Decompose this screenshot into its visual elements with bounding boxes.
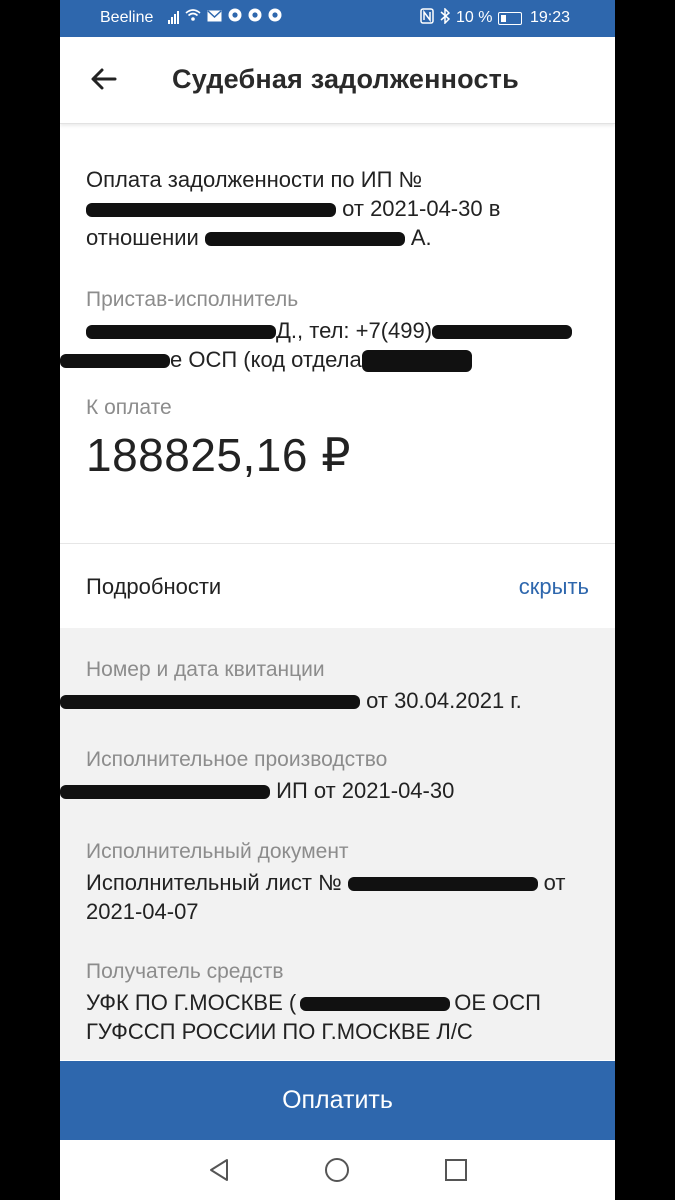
receipt-label: Номер и дата квитанции: [86, 658, 325, 681]
signal-icon: [168, 10, 179, 24]
redacted-text: [204, 232, 405, 247]
clock: 19:23: [530, 9, 571, 26]
chrome-icon: [248, 8, 262, 26]
bailiff-value: Д., тел: +7(499) е ОСП (код отдела: [60, 316, 586, 374]
amount-value: 188825,16 ₽: [86, 429, 351, 481]
nav-recents-icon[interactable]: [445, 1159, 467, 1186]
back-arrow-icon[interactable]: [88, 63, 120, 95]
nfc-icon: [420, 8, 434, 28]
system-nav-bar: [60, 1140, 615, 1200]
receipt-field: Номер и дата квитанции от 30.04.2021 г.: [60, 658, 591, 715]
recipient-label: Получатель средств: [86, 960, 284, 983]
recipient-line-1-suffix: ОЕ ОСП: [454, 990, 541, 1015]
battery-percent: 10 %: [456, 9, 493, 26]
receipt-value: от 30.04.2021 г.: [60, 686, 591, 715]
document-suffix: от: [543, 870, 566, 895]
details-header: Подробности скрыть: [60, 544, 615, 628]
pay-button[interactable]: Оплатить: [60, 1061, 615, 1140]
document-value: Исполнительный лист № от 2021-04-07: [86, 868, 591, 926]
document-prefix: Исполнительный лист №: [86, 870, 342, 895]
recipient-value: УФК ПО Г.МОСКВЕ ( ОЕ ОСП ГУФССП РОССИИ ПО…: [86, 988, 591, 1046]
redacted-text: [60, 354, 170, 369]
mail-icon: [207, 8, 222, 26]
status-bar: Beeline 10 % 19:23: [60, 0, 615, 37]
description-line-3-prefix: отношении: [86, 225, 199, 250]
redacted-text: [347, 877, 538, 892]
redacted-text: [86, 203, 336, 218]
payment-description: Оплата задолженности по ИП № от 2021-04-…: [86, 165, 586, 252]
description-line-2: от 2021-04-30 в: [342, 196, 501, 221]
redacted-text: [86, 325, 276, 340]
battery-icon: [498, 11, 523, 25]
chrome-icon: [268, 8, 282, 26]
recipient-line-1-prefix: УФК ПО Г.МОСКВЕ (: [86, 990, 297, 1015]
redacted-text: [432, 325, 573, 340]
nav-home-icon[interactable]: [324, 1157, 350, 1188]
enforcement-value: ИП от 2021-04-30: [60, 776, 591, 805]
status-right-icons: 10 %: [420, 7, 523, 28]
recipient-field: Получатель средств УФК ПО Г.МОСКВЕ ( ОЕ О…: [86, 960, 591, 1046]
nav-back-icon[interactable]: [207, 1157, 233, 1188]
receipt-date: от 30.04.2021 г.: [366, 688, 522, 713]
details-label: Подробности: [86, 574, 222, 599]
enforcement-label: Исполнительное производство: [86, 748, 388, 771]
description-line-1: Оплата задолженности по ИП №: [86, 167, 423, 192]
document-date: 2021-04-07: [86, 899, 199, 924]
bailiff-line-1: Д., тел: +7(499): [276, 318, 433, 343]
enforcement-number: ИП от 2021-04-30: [276, 778, 455, 803]
page-title: Судебная задолженность: [172, 64, 519, 94]
recipient-line-2: ГУФССП РОССИИ ПО Г.МОСКВЕ Л/С: [86, 1019, 473, 1044]
redacted-text: [60, 695, 360, 710]
details-body: Номер и дата квитанции от 30.04.2021 г. …: [60, 628, 615, 1060]
wifi-icon: [185, 8, 201, 26]
bailiff-line-2: е ОСП (код отдела: [170, 347, 362, 372]
redacted-text: [361, 350, 472, 373]
amount-label: К оплате: [86, 396, 172, 419]
app-bar: Судебная задолженность: [60, 37, 615, 124]
document-label: Исполнительный документ: [86, 840, 349, 863]
redacted-text: [60, 785, 270, 800]
phone-screen: Beeline 10 % 19:23 Судебная задолженност…: [60, 0, 615, 1200]
hide-details-link[interactable]: скрыть: [519, 574, 589, 600]
carrier-name: Beeline: [100, 9, 154, 26]
document-field: Исполнительный документ Исполнительный л…: [86, 840, 591, 926]
enforcement-field: Исполнительное производство ИП от 2021-0…: [60, 748, 591, 805]
redacted-text: [300, 997, 451, 1012]
bailiff-label: Пристав-исполнитель: [86, 288, 299, 311]
payment-info: Оплата задолженности по ИП № от 2021-04-…: [60, 165, 586, 482]
bluetooth-icon: [440, 7, 451, 28]
status-left-icons: [168, 8, 282, 26]
description-line-3-suffix: А.: [410, 225, 432, 250]
chrome-icon: [228, 8, 242, 26]
